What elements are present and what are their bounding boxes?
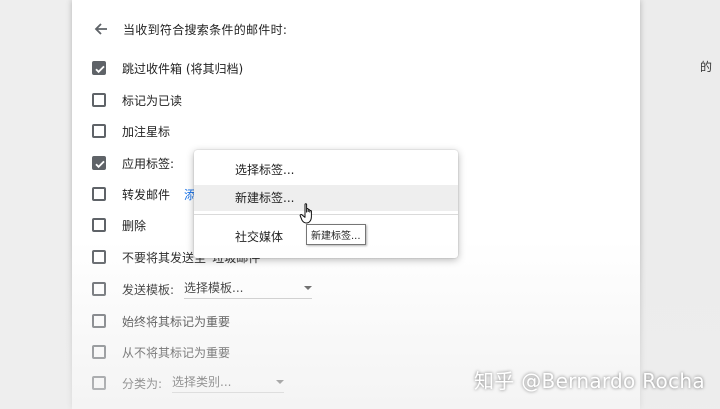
action-forward[interactable]: 转发邮件 添 <box>92 184 196 204</box>
checkbox[interactable] <box>92 124 106 138</box>
action-send-template[interactable]: 发送模板: 选择模板... <box>92 279 313 299</box>
action-label: 标记为已读 <box>122 93 183 108</box>
tooltip: 新建标签... <box>306 224 366 245</box>
checkbox[interactable] <box>92 187 106 201</box>
clipped-text: 的 <box>700 60 713 74</box>
action-always-important[interactable]: 始终将其标记为重要 <box>92 311 230 331</box>
checkbox[interactable] <box>92 282 106 296</box>
checkbox[interactable] <box>92 218 106 232</box>
action-apply-label[interactable]: 应用标签: <box>92 153 174 173</box>
action-delete[interactable]: 删除 <box>92 215 146 235</box>
action-label: 跳过收件箱 (将其归档) <box>122 61 244 76</box>
menu-item-choose-label[interactable]: 选择标签... <box>194 157 458 183</box>
action-label: 加注星标 <box>122 124 171 139</box>
dropdown-caret-icon <box>276 379 285 384</box>
template-select-value: 选择模板... <box>184 281 244 295</box>
action-star[interactable]: 加注星标 <box>92 121 170 141</box>
background-window: 的 <box>640 0 720 409</box>
page-title: 当收到符合搜索条件的邮件时: <box>123 22 288 37</box>
back-arrow-icon[interactable] <box>92 20 110 38</box>
category-select[interactable]: 选择类别... <box>172 373 285 393</box>
checkbox[interactable] <box>92 93 106 107</box>
action-label: 转发邮件 <box>122 187 171 202</box>
hand-cursor-icon <box>299 203 312 224</box>
action-label: 从不将其标记为重要 <box>122 345 231 360</box>
action-never-important[interactable]: 从不将其标记为重要 <box>92 342 230 362</box>
checkbox-checked[interactable] <box>92 156 106 170</box>
template-select[interactable]: 选择模板... <box>184 279 313 299</box>
action-label: 应用标签: <box>122 156 175 171</box>
action-label: 发送模板: <box>122 282 175 297</box>
category-select-value: 选择类别... <box>172 375 232 389</box>
menu-divider <box>194 214 458 215</box>
checkbox[interactable] <box>92 345 106 359</box>
action-label: 删除 <box>122 218 147 233</box>
checkbox[interactable] <box>92 376 106 390</box>
action-label: 始终将其标记为重要 <box>122 314 231 329</box>
action-mark-read[interactable]: 标记为已读 <box>92 90 182 110</box>
checkbox-checked[interactable] <box>92 61 106 75</box>
menu-item-new-label[interactable]: 新建标签... <box>194 185 458 211</box>
action-skip-inbox[interactable]: 跳过收件箱 (将其归档) <box>92 58 243 78</box>
panel-header: 当收到符合搜索条件的邮件时: <box>92 19 287 39</box>
action-label: 分类为: <box>122 376 163 391</box>
checkbox[interactable] <box>92 314 106 328</box>
dropdown-caret-icon <box>304 285 313 290</box>
checkbox[interactable] <box>92 250 106 264</box>
watermark: 知乎 @Bernardo Rocha <box>474 369 705 393</box>
action-categorize[interactable]: 分类为: 选择类别... <box>92 373 285 393</box>
